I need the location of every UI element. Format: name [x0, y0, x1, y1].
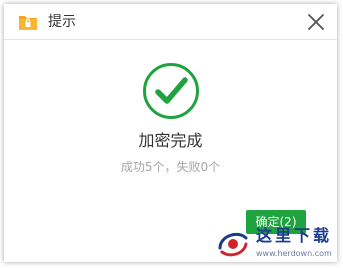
folder-lock-icon — [18, 12, 38, 32]
success-check-icon — [142, 62, 200, 120]
result-summary: 成功5个，失败0个 — [120, 160, 221, 174]
site-watermark: 这里下载 www.herdown.com — [216, 224, 340, 266]
watermark-title: 这里下载 — [256, 226, 333, 245]
watermark-logo-icon — [216, 226, 250, 260]
dialog-titlebar: 提示 — [4, 4, 337, 40]
dialog-title: 提示 — [48, 14, 76, 30]
main-message: 加密完成 — [138, 131, 203, 150]
close-icon[interactable] — [305, 11, 327, 33]
watermark-url: www.herdown.com — [256, 249, 332, 258]
